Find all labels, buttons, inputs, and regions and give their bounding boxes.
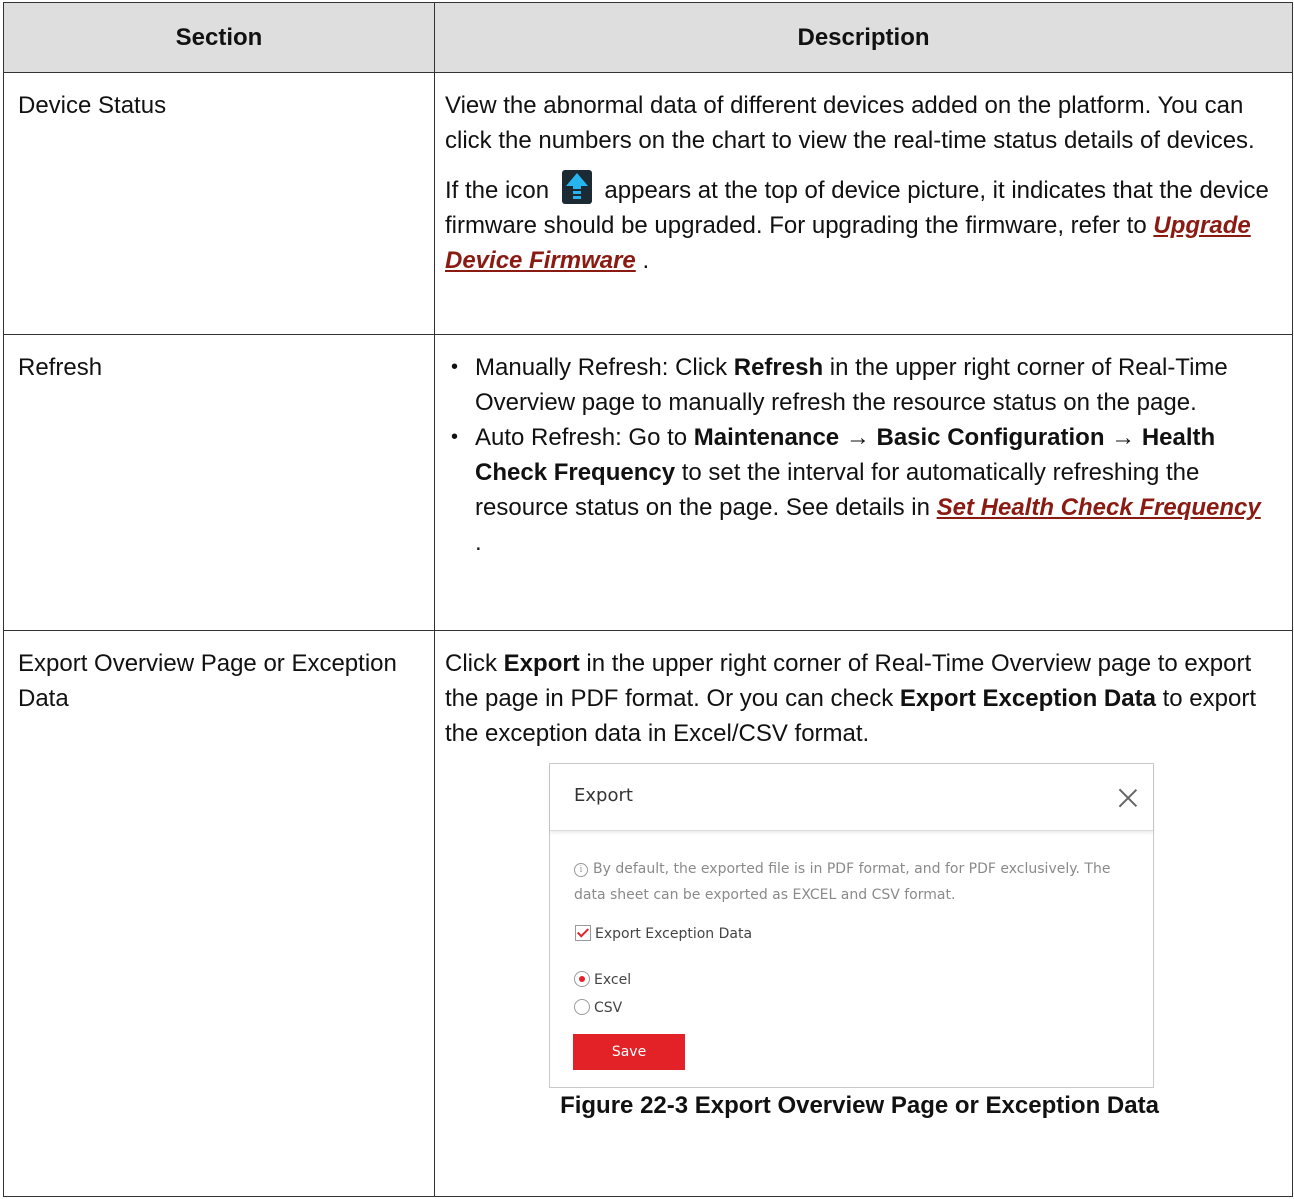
- paragraph: View the abnormal data of different devi…: [445, 92, 1255, 154]
- header-description: Description: [434, 2, 1293, 73]
- text: Auto Refresh: Go to: [475, 424, 694, 451]
- figure-caption: Figure 22-3 Export Overview Page or Exce…: [560, 1092, 1159, 1119]
- text: Manually Refresh: Click: [475, 354, 734, 381]
- export-exception-checkbox[interactable]: Export Exception Data: [575, 924, 752, 944]
- close-icon[interactable]: [1117, 786, 1139, 808]
- radio-unselected-icon[interactable]: [574, 999, 590, 1015]
- text: Refresh: [733, 354, 824, 381]
- dialog-note: i By default, the exported file is in PDF…: [574, 856, 1134, 908]
- description-cell: Manually Refresh: Click Refresh in the u…: [434, 334, 1293, 631]
- text: Export: [503, 650, 580, 677]
- document-table: Section Description Device Status View t…: [3, 2, 1293, 1197]
- description-cell: View the abnormal data of different devi…: [434, 72, 1293, 335]
- table-row: Refresh Manually Refresh: Click Refresh …: [3, 334, 1293, 631]
- dialog-header: Export: [550, 764, 1153, 831]
- checkbox-checked-icon[interactable]: [575, 925, 591, 941]
- text: .: [475, 529, 482, 556]
- export-dialog: Export i By default, the exported file is…: [549, 763, 1154, 1088]
- section-cell: Export Overview Page or Exception Data: [3, 630, 435, 1197]
- text: Export Exception Data: [899, 685, 1156, 712]
- paragraph: Click Export in the upper right corner o…: [445, 646, 1274, 751]
- header-section: Section: [3, 2, 435, 73]
- text: Click: [445, 650, 504, 677]
- info-icon: i: [574, 863, 588, 877]
- radio-csv[interactable]: CSV: [574, 998, 622, 1018]
- arrow-up-icon: [561, 170, 592, 204]
- section-cell: Refresh: [3, 334, 435, 631]
- radio-label: CSV: [594, 1000, 623, 1016]
- list-item: Auto Refresh: Go to Maintenance → Basic …: [445, 420, 1274, 560]
- description-cell: Click Export in the upper right corner o…: [434, 630, 1293, 1197]
- note-text: By default, the exported file is in PDF …: [574, 861, 1111, 903]
- radio-excel[interactable]: Excel: [574, 970, 631, 990]
- dialog-title: Export: [574, 785, 633, 806]
- paragraph: If the icon appears at the top of device…: [445, 170, 1274, 278]
- save-button[interactable]: Save: [573, 1034, 685, 1070]
- link-set-health-check-frequency[interactable]: Set Health Check Frequency: [937, 494, 1261, 521]
- table-row: Device Status View the abnormal data of …: [3, 72, 1293, 335]
- bullet-list: Manually Refresh: Click Refresh in the u…: [445, 350, 1274, 560]
- radio-selected-icon[interactable]: [574, 971, 590, 987]
- text: .: [635, 247, 650, 274]
- radio-label: Excel: [594, 972, 632, 988]
- section-cell: Device Status: [3, 72, 435, 335]
- table-header-row: Section Description: [3, 2, 1293, 73]
- list-item: Manually Refresh: Click Refresh in the u…: [445, 350, 1274, 420]
- checkbox-label: Export Exception Data: [595, 926, 753, 942]
- text: If the icon: [445, 177, 550, 204]
- table-row: Export Overview Page or Exception Data C…: [3, 630, 1293, 1197]
